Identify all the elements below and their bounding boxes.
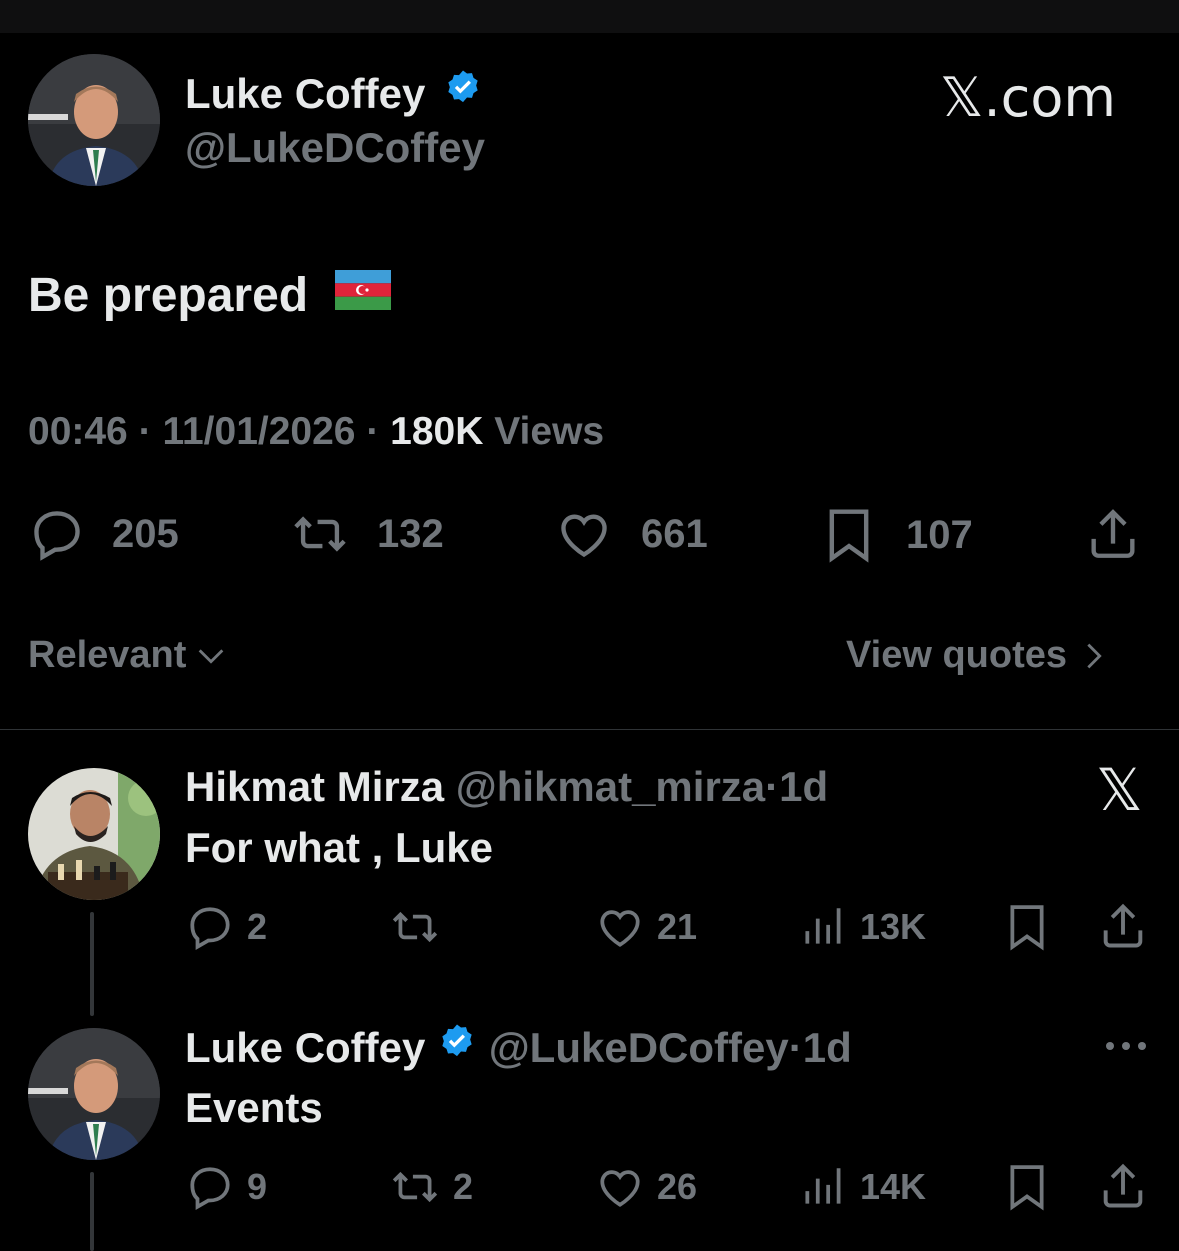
verified-badge-icon [443, 68, 483, 118]
bookmark-icon [822, 505, 876, 565]
tweet-date[interactable]: 11/01/2026 [162, 410, 355, 453]
views-count: 180K [390, 410, 484, 453]
chevron-right-icon [1081, 639, 1107, 673]
thread-line [90, 912, 94, 1016]
author-handle[interactable]: @LukeDCoffey [185, 124, 485, 172]
reply-avatar[interactable] [28, 768, 160, 900]
reply-icon [185, 902, 235, 952]
heart-icon [555, 505, 613, 563]
analytics-icon [802, 1162, 846, 1212]
share-icon [1084, 505, 1142, 563]
repost-icon [387, 1162, 443, 1212]
heart-icon [595, 902, 645, 952]
reply-icon [185, 1162, 235, 1212]
reply-count: 9 [247, 1166, 268, 1207]
bookmark-icon [1004, 1160, 1050, 1214]
divider [0, 729, 1179, 730]
chevron-down-icon [194, 639, 228, 673]
share-icon [1097, 1160, 1149, 1212]
repost-count: 132 [377, 511, 444, 556]
repost-button[interactable]: 2 [387, 1162, 473, 1212]
tweet-text: Be prepared [28, 269, 309, 322]
share-button[interactable] [1097, 1160, 1149, 1212]
reply-age[interactable]: 1d [803, 1024, 852, 1071]
x-logo-icon: 𝕏 [1096, 756, 1143, 824]
reply-text: For what , Luke [185, 824, 494, 871]
repost-count: 2 [453, 1166, 474, 1207]
more-options-button[interactable] [1104, 1036, 1148, 1056]
bookmark-icon [1004, 900, 1050, 954]
bookmark-button[interactable] [1004, 900, 1050, 954]
share-icon [1097, 900, 1149, 952]
reply-author-name[interactable]: Luke Coffey [185, 1024, 425, 1071]
author-avatar[interactable] [28, 54, 160, 186]
like-button[interactable]: 661 [555, 505, 708, 563]
reply-avatar[interactable] [28, 1028, 160, 1160]
author-name[interactable]: Luke Coffey [185, 70, 425, 117]
reply-button[interactable]: 2 [185, 902, 267, 952]
reply-count: 2 [247, 906, 268, 947]
azerbaijan-flag-icon [335, 267, 392, 322]
tweet-meta: 00:46 · 11/01/2026 · 180K Views [28, 410, 604, 454]
bookmark-count: 107 [906, 512, 973, 557]
author-name-row[interactable]: Luke Coffey [185, 70, 483, 122]
bookmark-button[interactable]: 107 [822, 505, 973, 565]
reply-text: Events [185, 1084, 323, 1131]
share-button[interactable] [1084, 505, 1142, 563]
heart-icon [595, 1162, 645, 1212]
reply-button[interactable]: 9 [185, 1162, 267, 1212]
reply-header: Hikmat Mirza @hikmat_mirza·1d [185, 763, 828, 811]
meta-separator: · [138, 410, 152, 453]
like-count: 26 [657, 1166, 698, 1207]
views-button[interactable]: 14K [802, 1162, 926, 1212]
reply-author-handle[interactable]: @LukeDCoffey [489, 1024, 789, 1071]
verified-badge-icon [437, 1022, 477, 1072]
reply-count: 205 [112, 511, 179, 556]
view-quotes-label: View quotes [846, 634, 1068, 676]
like-button[interactable]: 26 [595, 1162, 697, 1212]
view-quotes-link[interactable]: View quotes [846, 634, 1107, 677]
like-button[interactable]: 21 [595, 902, 697, 952]
like-count: 661 [641, 511, 708, 556]
views-label: Views [494, 410, 605, 453]
like-count: 21 [657, 906, 698, 947]
repost-icon [287, 505, 353, 563]
meta-separator: · [366, 410, 380, 453]
tweet-text-row: Be prepared [28, 267, 392, 326]
tweet-time[interactable]: 00:46 [28, 410, 128, 453]
views-count: 14K [860, 1166, 927, 1207]
status-bar [0, 0, 1179, 33]
reply-age[interactable]: 1d [779, 763, 828, 810]
meta-separator: · [765, 763, 780, 810]
thread-line [90, 1172, 94, 1251]
reply-icon [28, 505, 86, 563]
more-icon [1104, 1036, 1148, 1056]
views-button[interactable]: 13K [802, 902, 926, 952]
analytics-icon [802, 902, 846, 952]
reply-header: Luke Coffey @LukeDCoffey·1d [185, 1024, 852, 1076]
sort-dropdown[interactable]: Relevant [28, 634, 228, 677]
views-count: 13K [860, 906, 927, 947]
repost-icon [387, 902, 443, 952]
bookmark-button[interactable] [1004, 1160, 1050, 1214]
meta-separator: · [788, 1024, 803, 1071]
repost-button[interactable]: 132 [287, 505, 444, 563]
reply-button[interactable]: 205 [28, 505, 179, 563]
reply-author-handle[interactable]: @hikmat_mirza [456, 763, 765, 810]
sort-label: Relevant [28, 634, 187, 676]
brand-logo: 𝕏.com [940, 66, 1117, 129]
share-button[interactable] [1097, 900, 1149, 952]
repost-button[interactable] [387, 902, 453, 952]
reply-author-name[interactable]: Hikmat Mirza [185, 763, 444, 810]
